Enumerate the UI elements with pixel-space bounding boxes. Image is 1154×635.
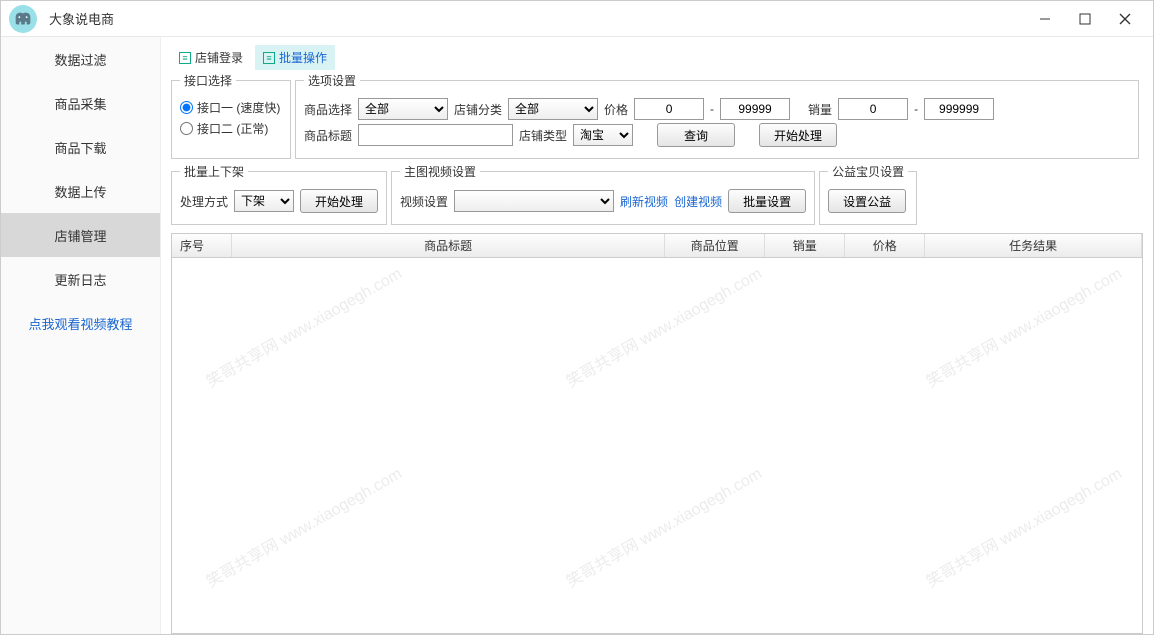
- nav-product-download[interactable]: 商品下载: [1, 125, 160, 169]
- th-seq[interactable]: 序号: [172, 234, 232, 257]
- th-result[interactable]: 任务结果: [925, 234, 1142, 257]
- set-welfare-button[interactable]: 设置公益: [828, 189, 906, 213]
- results-table: 序号 商品标题 商品位置 销量 价格 任务结果 笑哥共享网 www.xiaoge…: [171, 233, 1143, 634]
- input-price-max[interactable]: [720, 98, 790, 120]
- select-product[interactable]: 全部: [358, 98, 448, 120]
- nav-data-filter[interactable]: 数据过滤: [1, 37, 160, 81]
- input-sales-min[interactable]: [838, 98, 908, 120]
- sidebar: 数据过滤 商品采集 商品下载 数据上传 店铺管理 更新日志 点我观看视频教程: [1, 37, 161, 634]
- doc-icon: ≡: [179, 52, 191, 64]
- nav-update-log[interactable]: 更新日志: [1, 257, 160, 301]
- tab-batch-ops[interactable]: ≡批量操作: [255, 45, 335, 70]
- th-price[interactable]: 价格: [845, 234, 925, 257]
- link-create-video[interactable]: 创建视频: [674, 193, 722, 210]
- select-video-setting[interactable]: [454, 190, 614, 212]
- query-button[interactable]: 查询: [657, 123, 735, 147]
- fs-options: 选项设置: [304, 72, 360, 89]
- link-refresh-video[interactable]: 刷新视频: [620, 193, 668, 210]
- th-title[interactable]: 商品标题: [232, 234, 665, 257]
- maximize-button[interactable]: [1065, 5, 1105, 33]
- titlebar: 大象说电商: [1, 1, 1153, 37]
- select-process-mode[interactable]: 下架: [234, 190, 294, 212]
- th-sales[interactable]: 销量: [765, 234, 845, 257]
- tabs: ≡店铺登录 ≡批量操作: [171, 45, 1143, 70]
- doc-icon: ≡: [263, 52, 275, 64]
- fs-main-video: 主图视频设置: [400, 163, 480, 180]
- close-button[interactable]: [1105, 5, 1145, 33]
- select-shop-type[interactable]: 淘宝: [573, 124, 633, 146]
- th-position[interactable]: 商品位置: [665, 234, 765, 257]
- fs-public-welfare: 公益宝贝设置: [828, 163, 908, 180]
- start-process-button[interactable]: 开始处理: [759, 123, 837, 147]
- minimize-button[interactable]: [1025, 5, 1065, 33]
- app-title: 大象说电商: [49, 9, 1025, 28]
- radio-interface-1[interactable]: [180, 101, 193, 114]
- select-shop-category[interactable]: 全部: [508, 98, 598, 120]
- nav-tutorial-link[interactable]: 点我观看视频教程: [1, 301, 160, 345]
- fs-batch-shelf: 批量上下架: [180, 163, 248, 180]
- radio-interface-2[interactable]: [180, 122, 193, 135]
- nav-data-upload[interactable]: 数据上传: [1, 169, 160, 213]
- input-price-min[interactable]: [634, 98, 704, 120]
- nav-product-collect[interactable]: 商品采集: [1, 81, 160, 125]
- fs-interface: 接口选择: [180, 72, 236, 89]
- nav-shop-manage[interactable]: 店铺管理: [1, 213, 160, 257]
- app-logo: [9, 5, 37, 33]
- start-process2-button[interactable]: 开始处理: [300, 189, 378, 213]
- input-product-title[interactable]: [358, 124, 513, 146]
- input-sales-max[interactable]: [924, 98, 994, 120]
- batch-setting-button[interactable]: 批量设置: [728, 189, 806, 213]
- tab-shop-login[interactable]: ≡店铺登录: [171, 45, 251, 70]
